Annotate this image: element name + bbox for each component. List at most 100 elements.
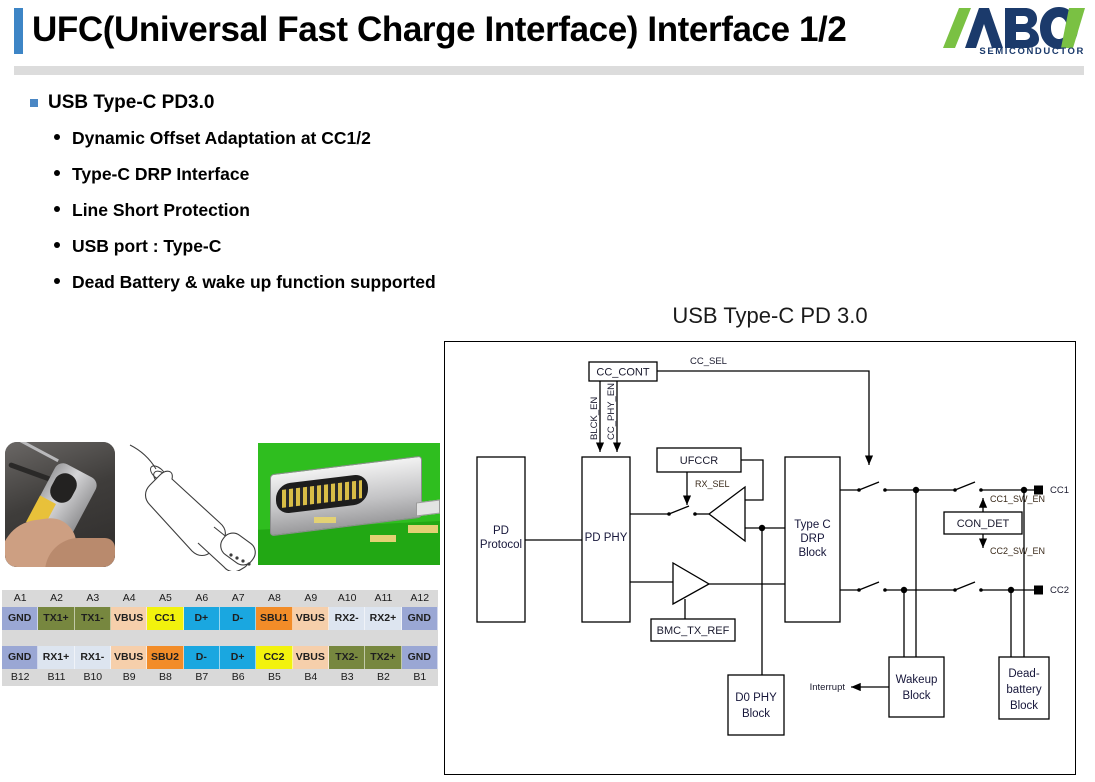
pin-signal-cell: D+ xyxy=(219,646,257,669)
pin-number-label: B4 xyxy=(304,671,318,683)
bullet-sub-label: Dead Battery & wake up function supporte… xyxy=(72,272,436,292)
type-c-label-2: DRP xyxy=(800,533,825,545)
pin-number-label: A10 xyxy=(337,592,357,604)
interrupt-label: Interrupt xyxy=(810,682,846,693)
bullet-sub-label: USB port : Type-C xyxy=(72,236,222,256)
pin-signal-cell: RX1+ xyxy=(38,646,75,669)
block-wakeup xyxy=(888,656,945,718)
dead-battery-label-2: battery xyxy=(1006,684,1041,696)
bullet-main-label: USB Type-C PD3.0 xyxy=(48,92,215,113)
pin-label-row-bottom: B12 B11 B10 B9 B8 B7 B6 B5 B4 B3 B2 B1 xyxy=(2,669,438,686)
d0-phy-label-1: D0 PHY xyxy=(735,692,777,704)
dead-battery-label-3: Block xyxy=(1010,700,1038,712)
pin-signal-cell: GND xyxy=(2,646,39,669)
pin-row-separator xyxy=(2,630,438,646)
pin-signal-cell: VBUS xyxy=(292,607,329,630)
title-accent-bar xyxy=(14,8,23,54)
bmc-tx-ref-label: BMC_TX_REF xyxy=(657,625,730,637)
cc1-pin-label: CC1 xyxy=(1050,485,1069,496)
type-c-plug-photo xyxy=(5,442,115,567)
pin-signal-cell: VBUS xyxy=(292,646,329,669)
bullet-main: USB Type-C PD3.0 xyxy=(22,90,642,116)
pin-signal-cell: CC1 xyxy=(147,607,184,630)
dot-bullet-icon xyxy=(54,134,60,140)
switch-cc1a-pivot xyxy=(857,488,861,492)
rx-sel-label: RX_SEL xyxy=(695,479,730,489)
dot-bullet-icon xyxy=(54,278,60,284)
cc2-sw-en-label: CC2_SW_EN xyxy=(990,546,1045,556)
switch-rx-pivot xyxy=(667,512,671,516)
pin-number-label: B12 xyxy=(10,671,30,683)
pin-cell-row-bottom: GND RX1+ RX1- VBUS SBU2 D- D+ CC2 VBUS TX2- TX2+ GN… xyxy=(2,646,438,669)
pin-number-label: B9 xyxy=(122,671,136,683)
bullet-sub-1: Type-C DRP Interface xyxy=(22,162,642,186)
bullet-sub-0: Dynamic Offset Adaptation at CC1/2 xyxy=(22,126,642,150)
bullet-list: USB Type-C PD3.0 Dynamic Offset Adaptati… xyxy=(22,90,642,306)
d0-phy-label-2: Block xyxy=(742,708,770,720)
pin-signal-cell: D+ xyxy=(183,607,220,630)
pin-number-label: A7 xyxy=(231,592,245,604)
logo-subtitle: SEMICONDUCTOR xyxy=(979,46,1085,57)
pin-number-label: B5 xyxy=(268,671,281,683)
con-det-label: CON_DET xyxy=(957,518,1010,530)
type-c-cable-lineart xyxy=(128,439,268,573)
driver-tx xyxy=(672,561,711,606)
pd-protocol-label-2: Protocol xyxy=(480,539,522,551)
pin-number-label: B1 xyxy=(413,671,427,683)
pin-signal-cell: VBUS xyxy=(110,607,148,630)
header-divider xyxy=(14,66,1084,75)
pin-number-label: B6 xyxy=(231,671,245,683)
bullet-sub-label: Line Short Protection xyxy=(72,200,250,220)
pin-pad-cc2 xyxy=(1034,585,1043,595)
pin-cell-row-top: GND TX1+ TX1- VBUS CC1 D+ D- SBU1 VBUS RX2- RX2+ GN… xyxy=(2,607,438,630)
page-title: UFC(Universal Fast Charge Interface) Int… xyxy=(32,10,847,49)
pd-phy-label: PD PHY xyxy=(585,532,628,544)
pin-number-label: A2 xyxy=(50,592,63,604)
type-c-label-3: Block xyxy=(798,547,826,559)
slide-header: UFC(Universal Fast Charge Interface) Int… xyxy=(0,0,1095,78)
pin-signal-cell: D- xyxy=(183,646,220,669)
blck-en-label: BLCK_EN xyxy=(589,397,600,440)
bullet-sub-2: Line Short Protection xyxy=(22,198,642,222)
abov-logo: SEMICONDUCTOR xyxy=(939,6,1089,60)
switch-cc2a-blade xyxy=(858,581,880,591)
pin-number-label: A8 xyxy=(268,592,281,604)
wakeup-label-1: Wakeup xyxy=(896,674,938,686)
pin-signal-cell: RX2- xyxy=(328,607,366,630)
pin-signal-cell: VBUS xyxy=(110,646,148,669)
switch-cc2b-pivot xyxy=(953,588,957,592)
cc1-sw-en-label: CC1_SW_EN xyxy=(990,494,1045,504)
logo-lambda-icon xyxy=(943,8,971,48)
pin-signal-cell: CC2 xyxy=(256,646,293,669)
pin-number-label: B8 xyxy=(159,671,172,683)
pin-signal-cell: SBU2 xyxy=(147,646,184,669)
pin-signal-cell: RX2+ xyxy=(365,607,402,630)
cc-phy-en-label: CC_PHY_EN xyxy=(606,383,617,440)
dot-bullet-icon xyxy=(54,170,60,176)
pin-number-label: B2 xyxy=(377,671,390,683)
square-bullet-icon xyxy=(30,99,38,107)
bullet-sub-label: Type-C DRP Interface xyxy=(72,164,250,184)
bullet-sub-4: Dead Battery & wake up function supporte… xyxy=(22,270,642,294)
cc-sel-label: CC_SEL xyxy=(690,356,727,367)
pin-signal-cell: TX1+ xyxy=(38,607,75,630)
switch-rx-blade xyxy=(668,505,690,515)
pin-number-label: A3 xyxy=(86,592,100,604)
switch-cc1b-pivot xyxy=(953,488,957,492)
ufccr-label: UFCCR xyxy=(680,455,719,467)
pin-signal-cell: RX1- xyxy=(74,646,111,669)
switch-cc1b-blade xyxy=(954,481,976,491)
logo-letter-b xyxy=(1005,8,1039,48)
pin-signal-cell: TX2+ xyxy=(365,646,402,669)
cc-cont-label: CC_CONT xyxy=(596,367,649,379)
pin-number-label: B10 xyxy=(83,671,103,683)
pin-number-label: A4 xyxy=(122,592,136,604)
type-c-pinout-table: A1 A2 A3 A4 A5 A6 A7 A8 A9 A10 A11 A12 GND TX1+ TX1- V… xyxy=(2,590,438,686)
bullet-sub-3: USB port : Type-C xyxy=(22,234,642,258)
switch-cc1a-blade xyxy=(858,481,880,491)
dead-battery-label-1: Dead- xyxy=(1008,668,1039,680)
pin-signal-cell: GND xyxy=(401,646,438,669)
dot-bullet-icon xyxy=(54,206,60,212)
usb-pd-block-diagram: PD Protocol PD PHY CC_CONT UFCCR BMC_TX_… xyxy=(444,341,1076,775)
pin-number-label: A12 xyxy=(410,592,430,604)
